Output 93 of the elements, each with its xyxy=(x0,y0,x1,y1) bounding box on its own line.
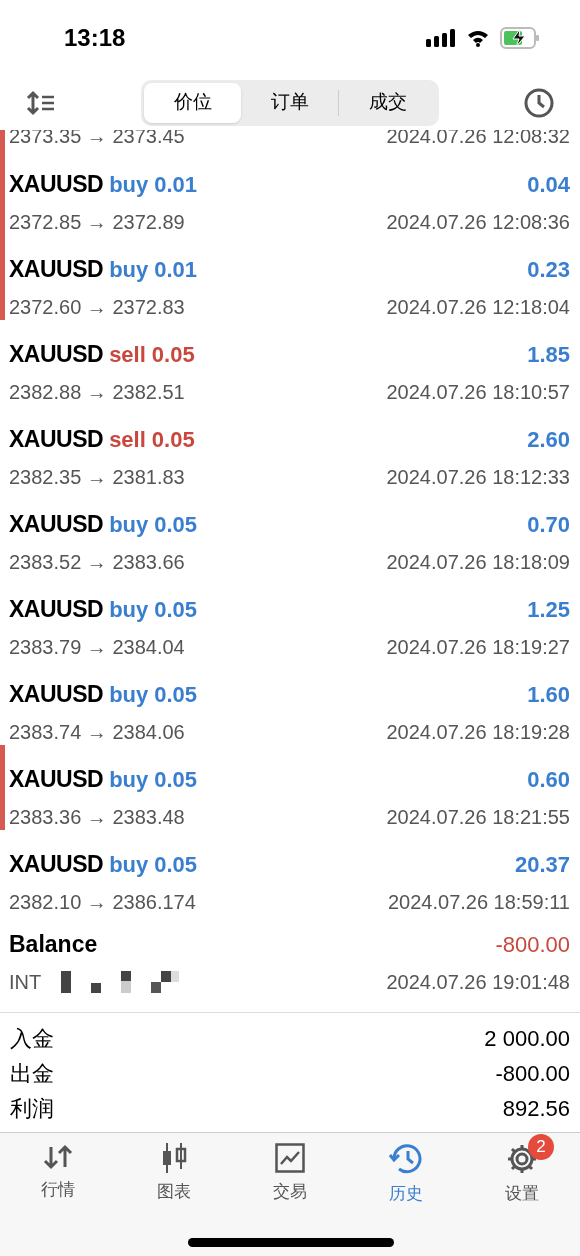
profit: 0.04 xyxy=(527,171,570,199)
clock-icon[interactable] xyxy=(524,87,554,118)
deal-time: 2024.07.26 18:12:33 xyxy=(386,464,570,490)
segment-tab[interactable]: 订单 xyxy=(241,82,338,123)
deal-row[interactable]: XAUUSD buy 0.05 20.37 2382.10 → 2386.174 2024.07.26 18:59:11 xyxy=(0,830,580,915)
volume: 0.05 xyxy=(154,511,198,539)
summary-value: 892.56 xyxy=(502,1095,570,1123)
deal-time: 2024.07.26 12:18:04 xyxy=(386,294,570,320)
profit: 0.70 xyxy=(527,511,570,539)
symbol: XAUUSD xyxy=(9,680,104,709)
trade-side: buy xyxy=(109,766,149,794)
trade-side: sell xyxy=(109,341,146,369)
deal-time: 2024.07.26 18:18:09 xyxy=(386,549,570,575)
balance-comment: INT xyxy=(9,969,42,995)
trade-side: buy xyxy=(109,256,149,284)
profit: 20.37 xyxy=(514,851,570,879)
deal-time: 2024.07.26 18:59:11 xyxy=(387,889,570,915)
segment-tab[interactable]: 成交 xyxy=(339,82,436,123)
tab-item[interactable]: 交易 xyxy=(232,1133,348,1205)
settings-icon xyxy=(506,1143,538,1175)
symbol: XAUUSD xyxy=(9,850,104,879)
balance-time: 2024.07.26 19:01:48 xyxy=(386,969,570,995)
volume: 0.05 xyxy=(151,426,195,454)
arrows-icon xyxy=(42,1143,74,1171)
trade-side: buy xyxy=(109,171,149,199)
price-range: 2383.52 → 2383.66 xyxy=(9,549,185,575)
summary-value: -800.00 xyxy=(495,1060,570,1088)
summary-label: 出金 xyxy=(10,1060,54,1088)
price-range: 2372.85 → 2372.89 xyxy=(9,209,185,235)
notification-badge: 2 xyxy=(528,1134,554,1160)
symbol: XAUUSD xyxy=(9,340,104,369)
volume: 0.01 xyxy=(154,256,198,284)
deal-time: 2024.07.26 18:19:27 xyxy=(386,634,570,660)
symbol: XAUUSD xyxy=(9,595,104,624)
status-time: 13:18 xyxy=(64,22,126,53)
price-range: 2382.10 → 2386.174 xyxy=(9,889,196,915)
trade-side: buy xyxy=(109,681,149,709)
line-chart-icon xyxy=(275,1143,305,1173)
profit: 2.60 xyxy=(527,426,570,454)
deal-row[interactable]: XAUUSD buy 0.01 0.04 2372.85 → 2372.89 2024.07.26 12:08:36 xyxy=(0,150,580,235)
profit: 0.23 xyxy=(527,256,570,284)
volume: 0.05 xyxy=(154,766,198,794)
symbol: XAUUSD xyxy=(9,425,104,454)
deal-row[interactable]: XAUUSD sell 0.05 1.85 2382.88 → 2382.51 2024.07.26 18:10:57 xyxy=(0,320,580,405)
signal-icon xyxy=(426,27,456,48)
volume: 0.05 xyxy=(154,681,198,709)
tab-item[interactable]: 设置 2 xyxy=(464,1133,580,1207)
wifi-icon xyxy=(466,28,490,47)
deal-row[interactable]: XAUUSD buy 0.01 0.23 2372.60 → 2372.83 2024.07.26 12:18:04 xyxy=(0,235,580,320)
summary-label: 入金 xyxy=(10,1025,54,1053)
symbol: XAUUSD xyxy=(9,510,104,539)
tab-item[interactable]: 行情 xyxy=(0,1133,116,1203)
tab-item[interactable]: 历史 xyxy=(348,1133,464,1207)
price-range: 2372.60 → 2372.83 xyxy=(9,294,185,320)
profit: 1.60 xyxy=(527,681,570,709)
symbol: XAUUSD xyxy=(9,765,104,794)
price-range: 2382.35 → 2381.83 xyxy=(9,464,185,490)
price-range: 2383.36 → 2383.48 xyxy=(9,804,185,830)
volume: 0.05 xyxy=(154,851,198,879)
profit: 1.25 xyxy=(527,596,570,624)
volume: 0.01 xyxy=(154,171,198,199)
symbol: XAUUSD xyxy=(9,255,104,284)
trade-side: sell xyxy=(109,426,146,454)
summary-label: 利润 xyxy=(10,1095,54,1123)
tab-item[interactable]: 图表 xyxy=(116,1133,232,1205)
deal-time: 2024.07.26 18:21:55 xyxy=(386,804,570,830)
segment-tab[interactable]: 价位 xyxy=(144,82,241,123)
deal-time: 2024.07.26 18:19:28 xyxy=(386,719,570,745)
sort-icon[interactable] xyxy=(26,89,56,116)
balance-amount: -800.00 xyxy=(495,931,570,959)
trade-side: buy xyxy=(109,596,149,624)
deal-row[interactable]: XAUUSD buy 0.05 0.70 2383.52 → 2383.66 2024.07.26 18:18:09 xyxy=(0,490,580,575)
deal-row[interactable]: XAUUSD sell 0.05 2.60 2382.35 → 2381.83 2024.07.26 18:12:33 xyxy=(0,405,580,490)
profit: 0.60 xyxy=(527,766,570,794)
symbol: XAUUSD xyxy=(9,170,104,199)
deal-time: 2024.07.26 18:10:57 xyxy=(386,379,570,405)
price-range: 2383.79 → 2384.04 xyxy=(9,634,185,660)
deal-time: 2024.07.26 12:08:36 xyxy=(386,209,570,235)
price-range: 2383.74 → 2384.06 xyxy=(9,719,185,745)
deal-row[interactable]: XAUUSD buy 0.05 1.25 2383.79 → 2384.04 2024.07.26 18:19:27 xyxy=(0,575,580,660)
price-range: 2382.88 → 2382.51 xyxy=(9,379,185,405)
trade-side: buy xyxy=(109,851,149,879)
history-icon xyxy=(389,1143,423,1175)
profit: 1.85 xyxy=(527,341,570,369)
battery-charging-icon xyxy=(500,26,540,49)
candlestick-icon xyxy=(161,1143,187,1173)
deal-row[interactable]: XAUUSD buy 0.05 1.60 2383.74 → 2384.06 2024.07.26 18:19:28 xyxy=(0,660,580,745)
deal-row[interactable]: XAUUSD buy 0.05 0.60 2383.36 → 2383.48 2024.07.26 18:21:55 xyxy=(0,745,580,830)
volume: 0.05 xyxy=(154,596,198,624)
summary-value: 2 000.00 xyxy=(484,1025,570,1053)
trade-side: buy xyxy=(109,511,149,539)
balance-title: Balance xyxy=(9,930,98,959)
volume: 0.05 xyxy=(151,341,195,369)
